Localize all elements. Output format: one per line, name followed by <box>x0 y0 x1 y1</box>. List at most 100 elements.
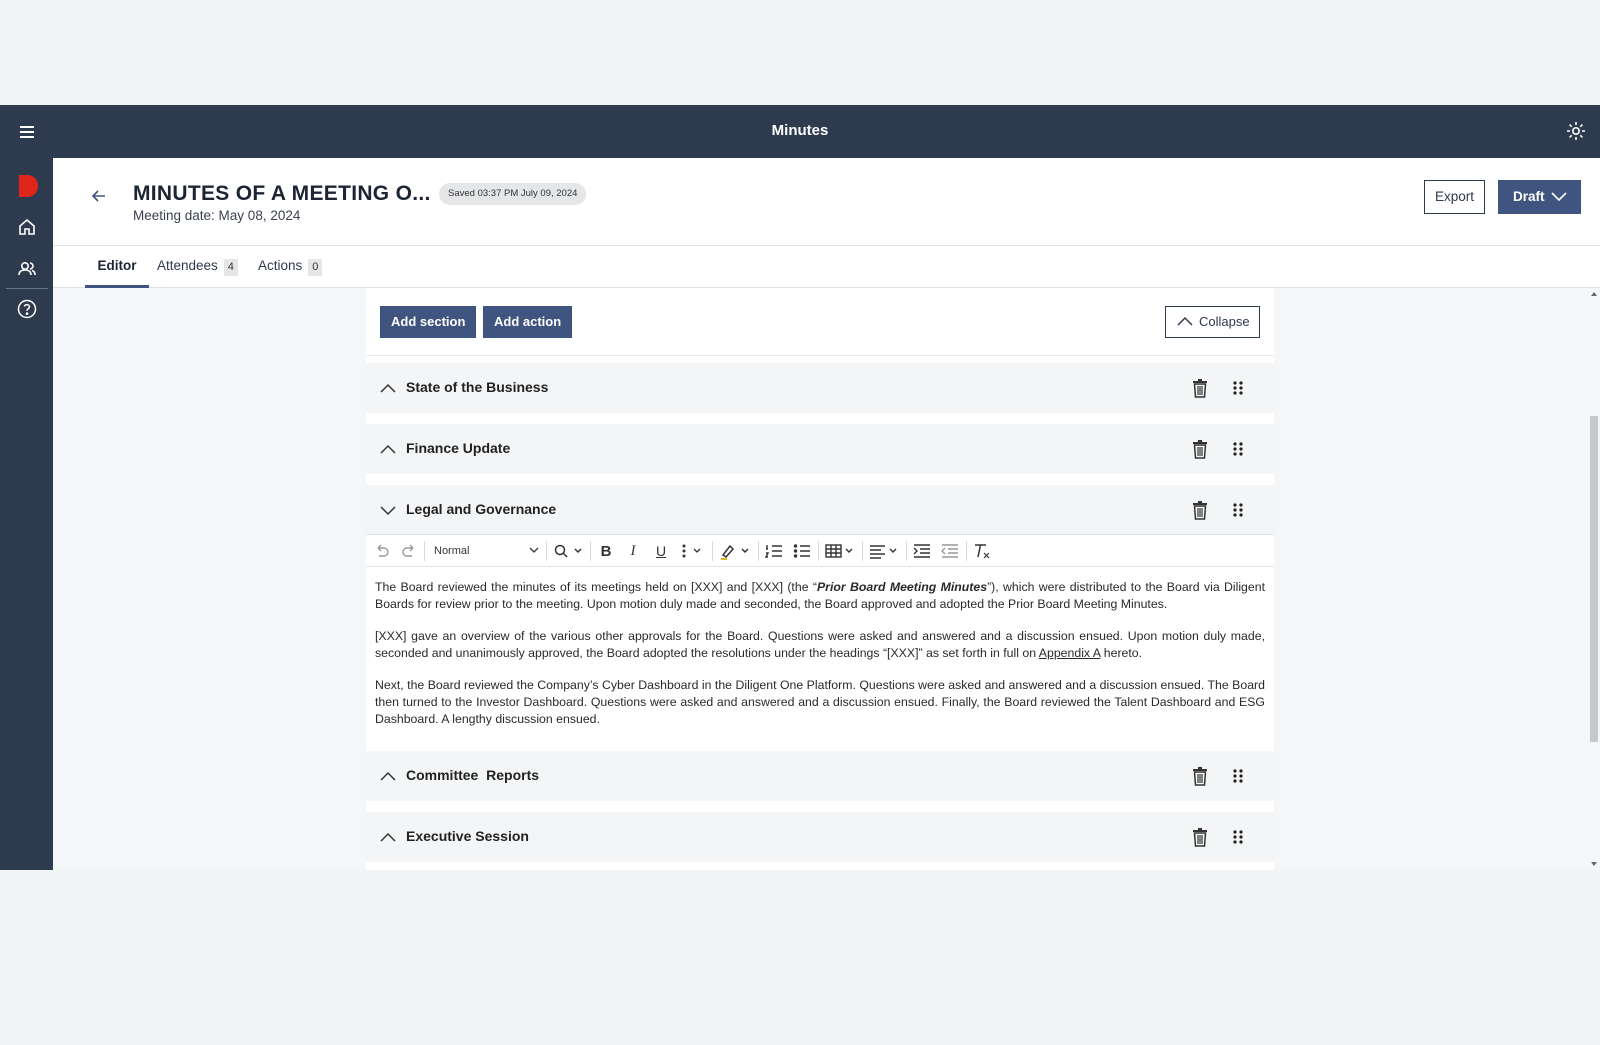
bold-icon[interactable]: B <box>596 535 616 567</box>
tab-actions[interactable]: Actions 0 <box>258 246 323 288</box>
rail-divider <box>6 288 48 289</box>
section-title[interactable]: Executive Session <box>406 828 529 844</box>
align-icon[interactable] <box>868 535 902 567</box>
italic-icon[interactable]: I <box>623 535 643 567</box>
toolbar-divider <box>862 541 863 561</box>
paragraph: [XXX] gave an overview of the various ot… <box>375 628 1265 661</box>
scroll-up-arrow-icon[interactable] <box>1588 290 1600 298</box>
left-rail <box>0 158 53 870</box>
underline-icon[interactable]: U <box>651 535 671 567</box>
chevron-up-icon[interactable] <box>380 829 396 845</box>
minutes-text-editor[interactable]: The Board reviewed the minutes of its me… <box>366 567 1274 753</box>
numbered-list-icon[interactable] <box>764 535 784 567</box>
highlight-color-icon[interactable] <box>718 535 754 567</box>
drag-handle-icon[interactable] <box>1232 441 1244 457</box>
chevron-down-icon[interactable] <box>380 502 396 518</box>
section-finance-update: Finance Update <box>366 424 1274 474</box>
trash-icon[interactable] <box>1192 766 1208 786</box>
section-executive-session: Executive Session <box>366 812 1274 862</box>
actions-row: Add section Add action Collapse <box>366 288 1274 356</box>
defined-term: Prior Board Meeting Minutes <box>816 580 988 594</box>
help-icon[interactable] <box>16 298 38 320</box>
drag-handle-icon[interactable] <box>1232 768 1244 784</box>
drag-handle-icon[interactable] <box>1232 502 1244 518</box>
section-title[interactable]: Finance Update <box>406 440 510 456</box>
section-legal-governance: Legal and Governance <box>366 485 1274 535</box>
page-scrollbar[interactable] <box>1588 288 1600 870</box>
toolbar-divider <box>906 541 907 561</box>
undo-icon[interactable] <box>372 535 392 567</box>
tab-attendees[interactable]: Attendees 4 <box>157 246 238 288</box>
trash-icon[interactable] <box>1192 378 1208 398</box>
toolbar-divider <box>546 541 547 561</box>
find-replace-icon[interactable] <box>552 535 586 567</box>
back-arrow-icon[interactable] <box>89 186 109 206</box>
draft-status-dropdown[interactable]: Draft <box>1498 180 1581 214</box>
paragraph: The Board reviewed the minutes of its me… <box>375 579 1265 612</box>
drag-handle-icon[interactable] <box>1232 380 1244 396</box>
clear-formatting-icon[interactable] <box>972 535 992 567</box>
chevron-up-icon <box>1177 316 1193 326</box>
outdent-icon[interactable] <box>940 535 960 567</box>
minutes-editor-panel: Add section Add action Collapse State of… <box>366 288 1274 870</box>
meeting-date: Meeting date: May 08, 2024 <box>133 208 301 223</box>
toolbar-divider <box>590 541 591 561</box>
page-title: MINUTES OF A MEETING O... <box>133 182 431 205</box>
chevron-up-icon[interactable] <box>380 768 396 784</box>
table-icon[interactable] <box>824 535 858 567</box>
app-window: Minutes MINUTES OF A MEETING O... Saved … <box>0 105 1600 870</box>
more-formatting-icon[interactable] <box>677 535 707 567</box>
collapse-label: Collapse <box>1199 314 1250 329</box>
trash-icon[interactable] <box>1192 500 1208 520</box>
saved-status-badge: Saved 03:37 PM July 09, 2024 <box>439 183 587 205</box>
section-title[interactable]: Legal and Governance <box>406 501 556 517</box>
appendix-link[interactable]: Appendix A <box>1039 646 1101 660</box>
tab-bar: Editor Attendees 4 Actions 0 <box>53 246 1600 288</box>
tab-label: Actions <box>258 258 303 273</box>
text-run: The Board reviewed the minutes of its me… <box>375 580 817 594</box>
section-title[interactable]: State of the Business <box>406 379 548 395</box>
chevron-down-icon <box>1551 192 1567 202</box>
users-icon[interactable] <box>16 258 38 280</box>
top-bar: Minutes <box>0 105 1600 158</box>
trash-icon[interactable] <box>1192 827 1208 847</box>
export-button[interactable]: Export <box>1424 180 1485 214</box>
scroll-down-arrow-icon[interactable] <box>1588 860 1600 868</box>
add-section-button[interactable]: Add section <box>380 306 477 338</box>
redo-icon[interactable] <box>399 535 419 567</box>
collapse-all-button[interactable]: Collapse <box>1165 306 1260 338</box>
actions-count-badge: 0 <box>308 259 323 276</box>
toolbar-divider <box>424 541 425 561</box>
section-title[interactable]: Committee Reports <box>406 767 539 783</box>
toolbar-divider <box>966 541 967 561</box>
page-header: MINUTES OF A MEETING O... Saved 03:37 PM… <box>53 158 1600 246</box>
tab-editor[interactable]: Editor <box>85 246 149 288</box>
app-title: Minutes <box>771 122 829 139</box>
chevron-down-icon <box>529 547 539 553</box>
tab-label: Attendees <box>157 258 218 273</box>
tab-label: Editor <box>97 258 137 273</box>
toolbar-divider <box>818 541 819 561</box>
draft-label: Draft <box>1513 189 1545 204</box>
chevron-up-icon[interactable] <box>380 441 396 457</box>
paragraph: Next, the Board reviewed the Company’s C… <box>375 678 1265 726</box>
bulleted-list-icon[interactable] <box>792 535 812 567</box>
paragraph-format-select[interactable]: Normal <box>434 541 539 561</box>
scrollbar-thumb[interactable] <box>1590 416 1598 742</box>
section-committee-reports: Committee Reports <box>366 751 1274 801</box>
toolbar-divider <box>712 541 713 561</box>
format-value: Normal <box>434 545 470 557</box>
section-state-of-business: State of the Business <box>366 363 1274 413</box>
attendees-count-badge: 4 <box>223 259 238 276</box>
chevron-up-icon[interactable] <box>380 380 396 396</box>
home-icon[interactable] <box>16 216 38 238</box>
toolbar-divider <box>758 541 759 561</box>
settings-icon[interactable] <box>1564 119 1588 143</box>
drag-handle-icon[interactable] <box>1232 829 1244 845</box>
text-run: hereto. <box>1100 645 1143 660</box>
add-action-button[interactable]: Add action <box>483 306 573 338</box>
brand-logo <box>17 174 39 198</box>
indent-icon[interactable] <box>912 535 932 567</box>
rich-text-toolbar: Normal B I U <box>366 534 1274 567</box>
trash-icon[interactable] <box>1192 439 1208 459</box>
